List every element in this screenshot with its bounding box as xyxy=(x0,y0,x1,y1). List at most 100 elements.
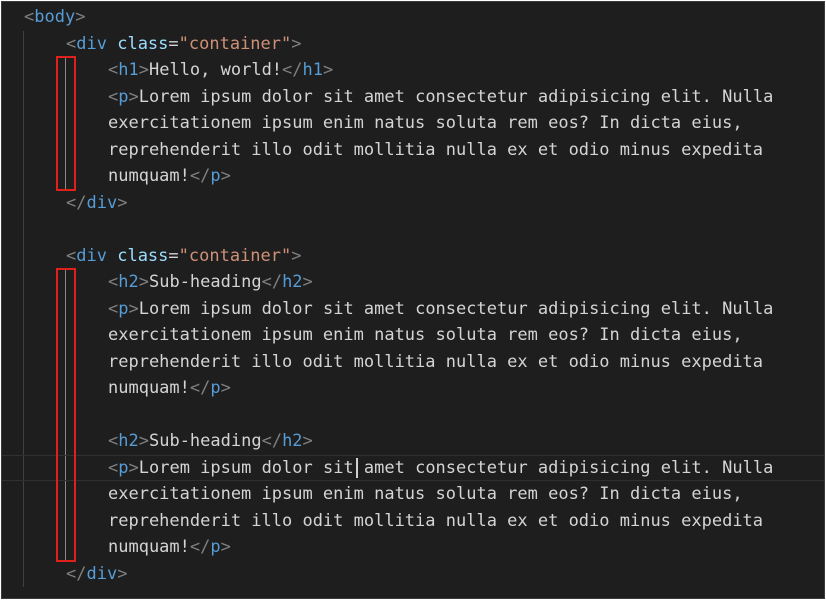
code-line-content: <body> xyxy=(24,4,85,31)
code-token: > xyxy=(128,298,139,319)
code-line-content: reprehenderit illo odit mollitia nulla e… xyxy=(108,137,763,164)
code-line[interactable]: </div> xyxy=(2,190,824,217)
code-line-content: <p>Lorem ipsum dolor sit amet consectetu… xyxy=(108,296,773,323)
code-token: reprehenderit illo odit mollitia nulla e… xyxy=(108,351,764,372)
code-line-content: reprehenderit illo odit mollitia nulla e… xyxy=(108,508,763,535)
code-line[interactable]: <div class="container"> xyxy=(2,31,824,58)
code-token: > xyxy=(220,378,231,398)
code-token: "container" xyxy=(178,245,292,266)
code-line[interactable]: <p>Lorem ipsum dolor sit amet consectetu… xyxy=(2,454,824,481)
code-token: numquam! xyxy=(108,166,190,186)
code-token: < xyxy=(108,272,119,292)
code-line[interactable]: </div> xyxy=(2,561,824,588)
code-token: > xyxy=(138,431,149,451)
code-token: class xyxy=(117,245,169,266)
code-token: > xyxy=(323,60,334,80)
code-line-content: exercitationem ipsum enim natus soluta r… xyxy=(108,322,743,349)
code-token: < xyxy=(108,298,119,319)
code-token: </ xyxy=(261,431,283,451)
code-line[interactable]: reprehenderit illo odit mollitia nulla e… xyxy=(2,349,824,376)
code-line-content: </div> xyxy=(66,561,127,588)
code-token: div xyxy=(86,192,118,213)
code-line[interactable]: exercitationem ipsum enim natus soluta r… xyxy=(2,481,824,508)
code-token: div xyxy=(86,563,118,584)
code-token: > xyxy=(138,272,149,292)
code-token: div xyxy=(76,245,107,266)
code-token: Sub-heading xyxy=(148,272,262,292)
code-line[interactable]: exercitationem ipsum enim natus soluta r… xyxy=(2,322,824,349)
indent-guide-highlight-box xyxy=(56,56,76,191)
code-token: Sub-heading xyxy=(148,431,262,451)
code-token: </ xyxy=(189,537,211,557)
code-token: p xyxy=(118,86,129,107)
code-token: Lorem ipsum dolor sit amet consectetur a… xyxy=(138,86,774,107)
code-token: numquam! xyxy=(108,378,190,398)
code-token: < xyxy=(66,245,77,266)
code-token: h2 xyxy=(282,431,303,451)
code-line-content: reprehenderit illo odit mollitia nulla e… xyxy=(108,349,763,376)
code-line[interactable]: reprehenderit illo odit mollitia nulla e… xyxy=(2,137,824,164)
code-line[interactable] xyxy=(2,216,824,243)
code-line-content: exercitationem ipsum enim natus soluta r… xyxy=(108,481,743,508)
code-line-content: </div> xyxy=(66,190,127,217)
code-token: = xyxy=(168,33,179,54)
code-token: < xyxy=(108,60,119,80)
code-token: = xyxy=(168,245,179,266)
code-line[interactable]: <div class="container"> xyxy=(2,243,824,270)
code-line[interactable]: <p>Lorem ipsum dolor sit amet consectetu… xyxy=(2,84,824,111)
code-token: Lorem ipsum dolor sit amet consectetur a… xyxy=(138,298,774,319)
code-token: p xyxy=(118,298,129,319)
code-token: </ xyxy=(261,272,283,292)
code-token: > xyxy=(117,563,128,584)
code-token: > xyxy=(291,245,302,266)
code-line[interactable]: numquam!</p> xyxy=(2,375,824,402)
code-token: exercitationem ipsum enim natus soluta r… xyxy=(108,113,743,133)
code-line[interactable]: <body> xyxy=(2,4,824,31)
code-line[interactable]: reprehenderit illo odit mollitia nulla e… xyxy=(2,508,824,535)
code-token: h1 xyxy=(302,60,324,80)
code-line[interactable]: <p>Lorem ipsum dolor sit amet consectetu… xyxy=(2,296,824,323)
code-token: h2 xyxy=(282,272,303,292)
code-token: exercitationem ipsum enim natus soluta r… xyxy=(108,484,743,504)
code-token: Hello, world! xyxy=(148,60,283,80)
code-token: h1 xyxy=(118,60,139,80)
code-line-content: <p>Lorem ipsum dolor sit amet consectetu… xyxy=(108,456,773,481)
code-token: </ xyxy=(189,378,211,398)
code-token: > xyxy=(128,86,139,107)
code-line[interactable]: exercitationem ipsum enim natus soluta r… xyxy=(2,110,824,137)
code-line[interactable]: numquam!</p> xyxy=(2,163,824,190)
code-line-content: <h2>Sub-heading</h2> xyxy=(108,269,313,296)
code-line[interactable]: <h2>Sub-heading</h2> xyxy=(2,269,824,296)
code-line[interactable]: <h1>Hello, world!</h1> xyxy=(2,57,824,84)
code-token: < xyxy=(66,33,77,54)
code-token: reprehenderit illo odit mollitia nulla e… xyxy=(108,139,764,160)
code-token: </ xyxy=(66,563,87,584)
code-token: < xyxy=(108,457,119,478)
code-token: > xyxy=(128,457,139,478)
code-line-content: numquam!</p> xyxy=(108,163,231,190)
code-token: > xyxy=(138,60,149,80)
code-token: "container" xyxy=(178,33,292,54)
code-token: </ xyxy=(282,60,303,80)
code-token: </ xyxy=(66,192,87,213)
code-line[interactable]: <h2>Sub-heading</h2> xyxy=(2,428,824,455)
code-token: div xyxy=(76,33,107,54)
code-token: > xyxy=(117,192,128,213)
code-editor[interactable]: <body> <div class="container"> <h1>Hello, … xyxy=(1,1,825,599)
code-token: > xyxy=(302,431,313,451)
code-token: h2 xyxy=(118,272,139,292)
code-token: class xyxy=(117,33,169,54)
code-line-content: <h2>Sub-heading</h2> xyxy=(108,428,313,455)
code-line-content: <h1>Hello, world!</h1> xyxy=(108,57,333,84)
code-line[interactable] xyxy=(2,402,824,429)
code-token: > xyxy=(302,272,313,292)
code-line-content: <p>Lorem ipsum dolor sit amet consectetu… xyxy=(108,84,773,111)
code-token: > xyxy=(291,33,302,54)
code-token: > xyxy=(220,166,231,186)
code-token: < xyxy=(108,86,119,107)
code-line-content: <div class="container"> xyxy=(66,31,302,58)
code-token: p xyxy=(210,378,221,398)
code-line[interactable]: numquam!</p> xyxy=(2,534,824,561)
code-token: Lorem ipsum dolor sit amet consectetur a… xyxy=(138,457,774,478)
